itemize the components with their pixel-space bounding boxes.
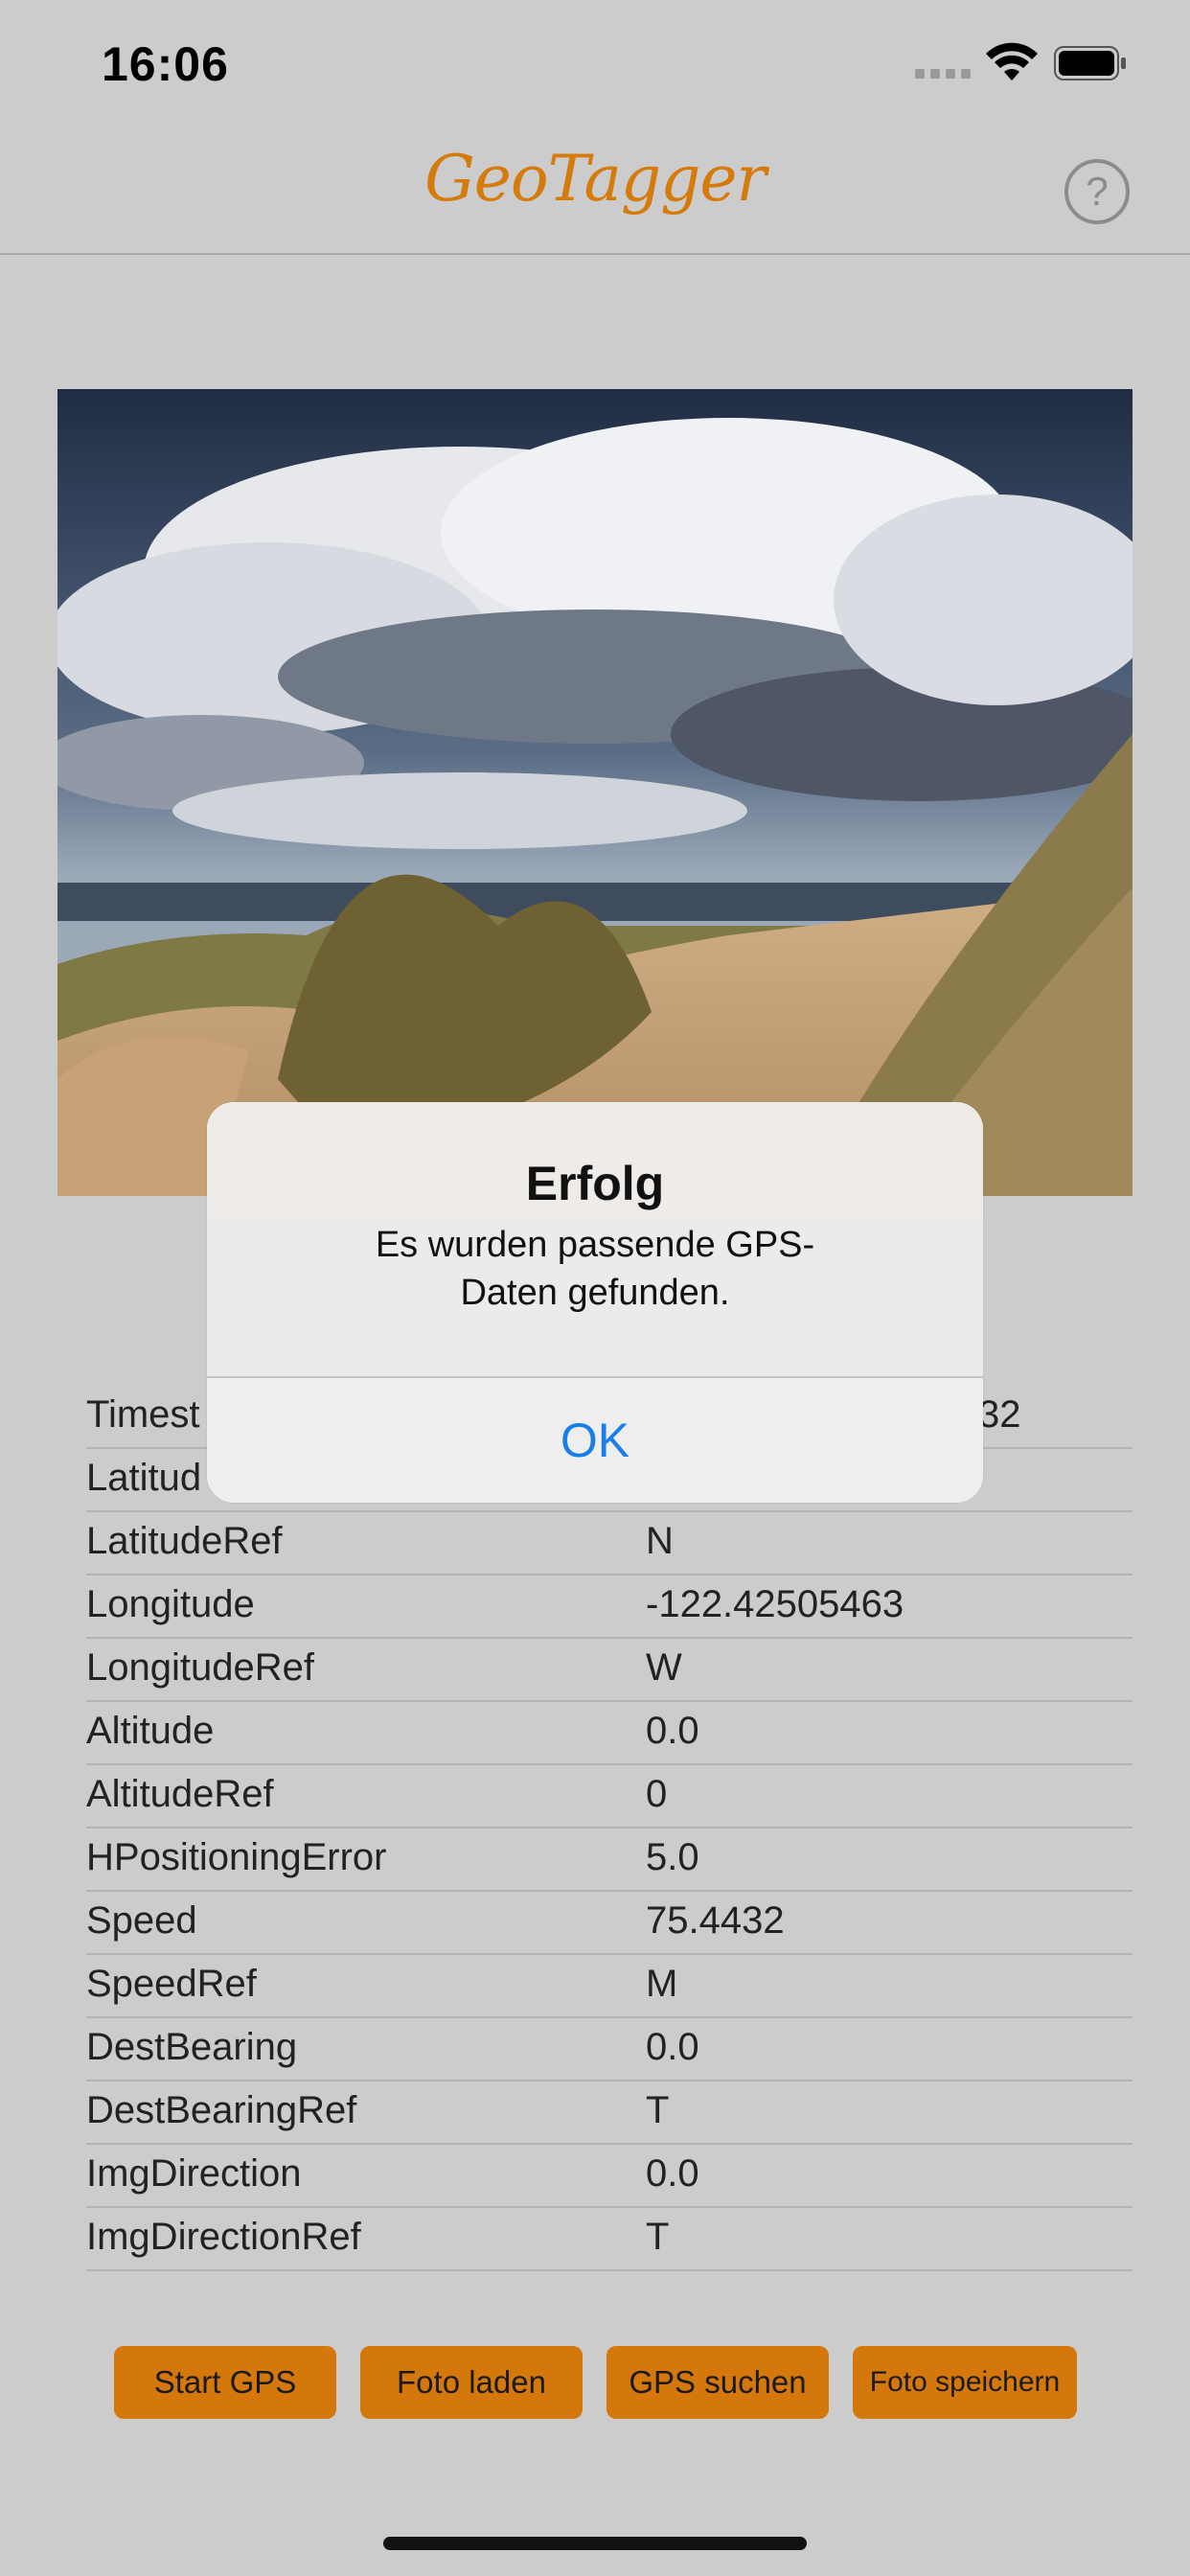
row-value: T: [646, 2089, 670, 2131]
table-row: LongitudeRef W: [86, 1639, 1133, 1702]
table-row: Speed 75.4432: [86, 1892, 1133, 1955]
row-key: ImgDirection: [86, 2152, 302, 2195]
save-photo-button[interactable]: Foto speichern: [853, 2346, 1077, 2419]
row-key: AltitudeRef: [86, 1773, 274, 1815]
row-key: DestBearingRef: [86, 2089, 357, 2131]
row-value: M: [646, 1963, 678, 2005]
navigation-bar: GeoTagger ?: [0, 125, 1190, 255]
row-key: Altitude: [86, 1710, 215, 1752]
row-value: 75.4432: [646, 1899, 785, 1942]
row-value: 0: [646, 1773, 668, 1815]
question-mark-icon: ?: [1086, 169, 1109, 214]
table-row: HPositioningError 5.0: [86, 1828, 1133, 1892]
wifi-icon: [986, 42, 1038, 80]
row-key: HPositioningError: [86, 1836, 387, 1878]
status-time: 16:06: [102, 37, 229, 91]
row-value: N: [646, 1520, 674, 1562]
row-value: 5.0: [646, 1836, 699, 1878]
search-gps-button[interactable]: GPS suchen: [606, 2346, 829, 2419]
row-key: Speed: [86, 1899, 197, 1942]
row-key: LatitudeRef: [86, 1520, 283, 1562]
row-value: W: [646, 1646, 682, 1689]
load-photo-button[interactable]: Foto laden: [360, 2346, 583, 2419]
row-key: LongitudeRef: [86, 1646, 314, 1689]
cellular-signal-icon: [915, 69, 971, 79]
row-value: 32: [978, 1393, 1021, 1436]
status-bar: 16:06: [0, 0, 1190, 125]
alert-body: Erfolg Es wurden passende GPS- Daten gef…: [207, 1102, 983, 1376]
row-value: -122.42505463: [646, 1583, 904, 1625]
photo-preview: [57, 389, 1133, 1196]
row-value: 0.0: [646, 2026, 699, 2068]
exif-gps-table: Timest 32 Latitud LatitudeRef N Longitude -…: [86, 1386, 1133, 2271]
table-row: LatitudeRef N: [86, 1512, 1133, 1576]
battery-icon: [1054, 46, 1126, 80]
help-button[interactable]: ?: [1064, 159, 1130, 224]
table-row: Altitude 0.0: [86, 1702, 1133, 1765]
row-key: ImgDirectionRef: [86, 2216, 361, 2258]
home-indicator[interactable]: [383, 2537, 807, 2550]
row-key: SpeedRef: [86, 1963, 257, 2005]
start-gps-button[interactable]: Start GPS: [114, 2346, 336, 2419]
alert-message-line: Es wurden passende GPS-: [375, 1225, 815, 1265]
table-row: ImgDirectionRef T: [86, 2208, 1133, 2271]
app-title: GeoTagger: [424, 142, 767, 216]
table-row: SpeedRef M: [86, 1955, 1133, 2018]
table-row: AltitudeRef 0: [86, 1765, 1133, 1828]
table-row: DestBearing 0.0: [86, 2018, 1133, 2082]
row-key: Latitud: [86, 1457, 202, 1499]
row-value: 0.0: [646, 2152, 699, 2195]
alert-ok-button[interactable]: OK: [207, 1378, 983, 1503]
table-row: DestBearingRef T: [86, 2082, 1133, 2145]
alert-message: Es wurden passende GPS- Daten gefunden.: [341, 1221, 849, 1317]
alert-title: Erfolg: [525, 1157, 665, 1210]
success-alert-dialog: Erfolg Es wurden passende GPS- Daten gef…: [207, 1102, 983, 1503]
row-key: DestBearing: [86, 2026, 298, 2068]
dune-landscape-image: [57, 389, 1133, 1196]
alert-message-line: Daten gefunden.: [460, 1273, 730, 1313]
row-key: Longitude: [86, 1583, 255, 1625]
row-value: T: [646, 2216, 670, 2258]
table-row: ImgDirection 0.0: [86, 2145, 1133, 2208]
table-row: Longitude -122.42505463: [86, 1576, 1133, 1639]
row-key: Timest: [86, 1393, 200, 1436]
row-value: 0.0: [646, 1710, 699, 1752]
